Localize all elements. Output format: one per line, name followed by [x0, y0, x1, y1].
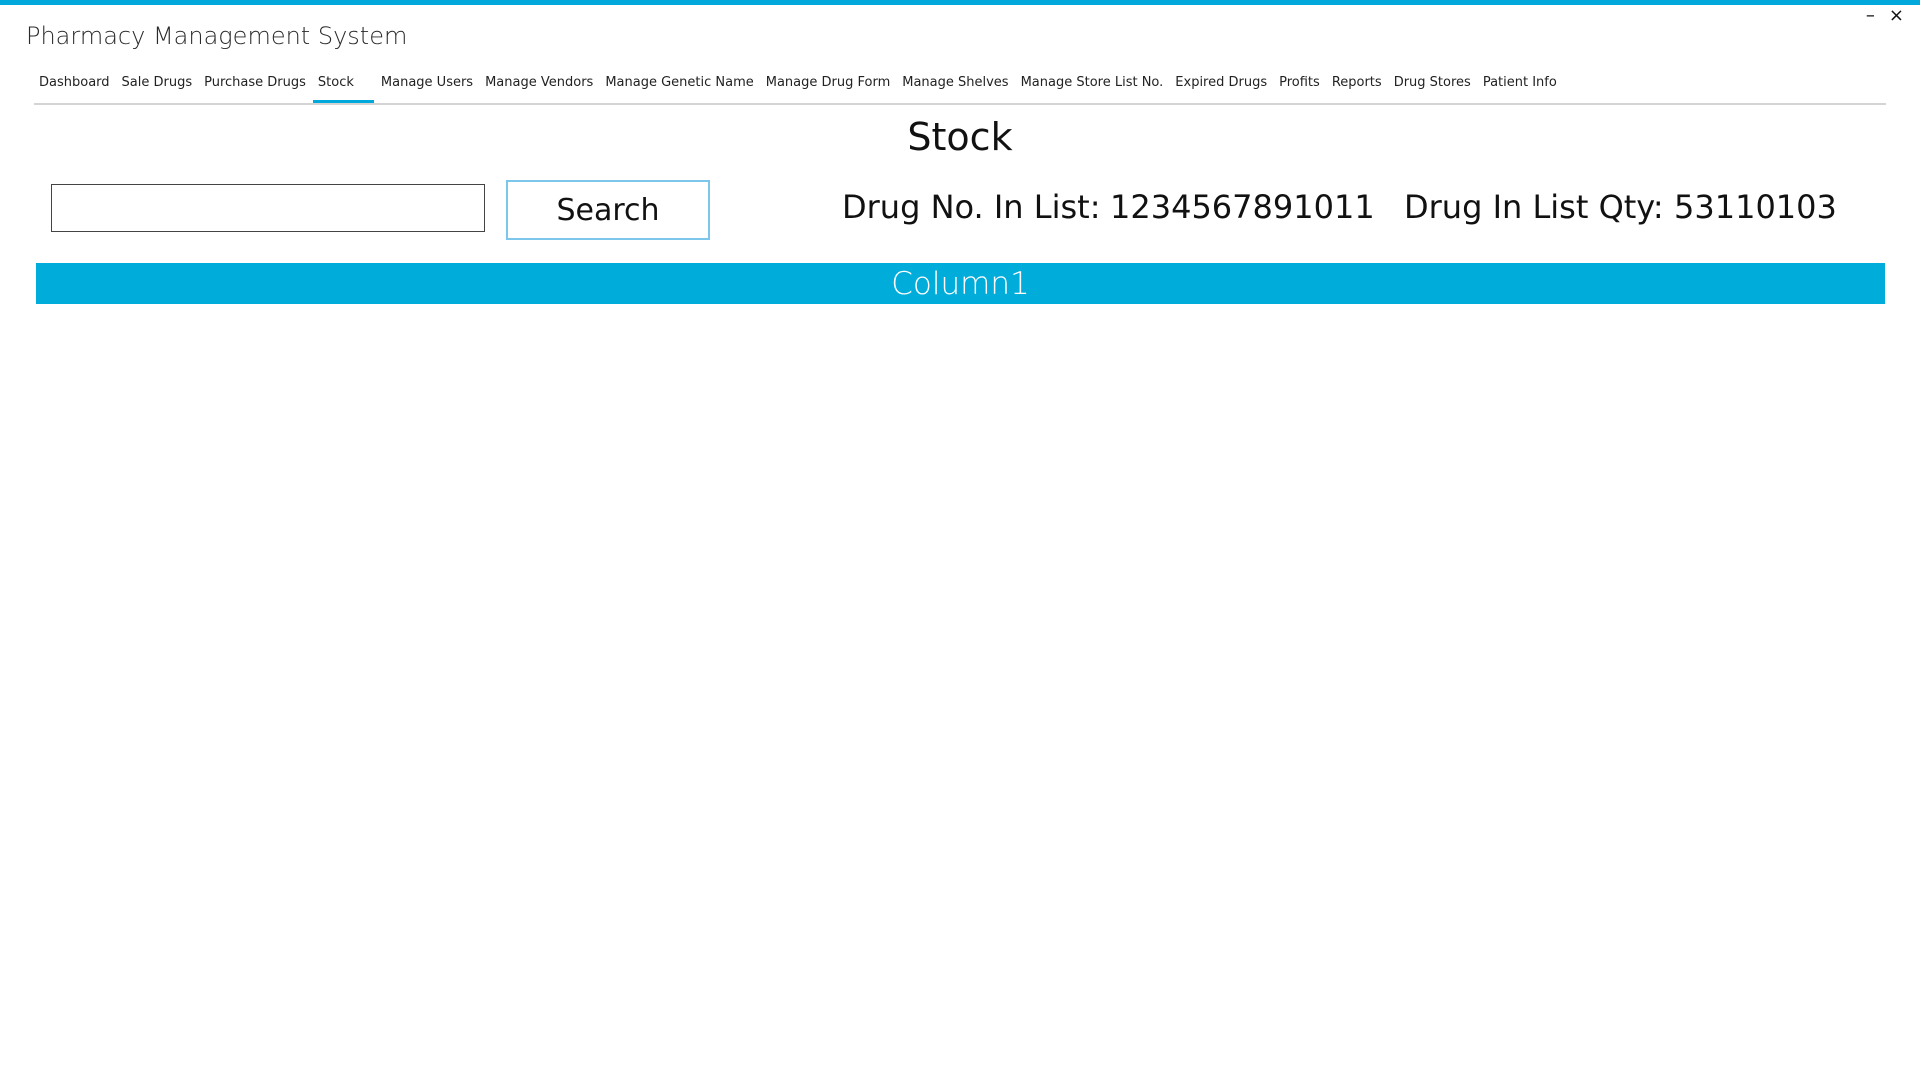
tab-sale-drugs[interactable]: Sale Drugs	[117, 73, 198, 100]
tab-patient-info[interactable]: Patient Info	[1478, 73, 1562, 100]
drug-qty-label: Drug In List Qty:	[1404, 188, 1664, 226]
drug-qty-value: 53110103	[1674, 188, 1837, 226]
tab-manage-genetic-name[interactable]: Manage Genetic Name	[600, 73, 758, 100]
tab-reports[interactable]: Reports	[1327, 73, 1387, 100]
tab-manage-store-list-no[interactable]: Manage Store List No.	[1016, 73, 1169, 100]
tab-profits[interactable]: Profits	[1274, 73, 1325, 100]
tab-manage-vendors[interactable]: Manage Vendors	[480, 73, 598, 100]
stock-grid-header: Column1	[36, 263, 1885, 304]
tab-expired-drugs[interactable]: Expired Drugs	[1170, 73, 1272, 100]
tab-manage-users[interactable]: Manage Users	[376, 73, 478, 100]
tab-dashboard[interactable]: Dashboard	[34, 73, 115, 100]
main-tab-bar: Dashboard Sale Drugs Purchase Drugs Stoc…	[34, 73, 1886, 105]
drug-no-label: Drug No. In List:	[842, 188, 1101, 226]
tab-manage-drug-form[interactable]: Manage Drug Form	[761, 73, 896, 100]
tab-stock[interactable]: Stock	[312, 73, 374, 103]
tab-drug-stores[interactable]: Drug Stores	[1389, 73, 1476, 100]
window-controls: – ×	[1866, 6, 1904, 26]
drug-no-value: 1234567891011	[1110, 188, 1375, 226]
search-button[interactable]: Search	[506, 180, 710, 240]
search-input[interactable]	[51, 184, 485, 232]
tab-manage-shelves[interactable]: Manage Shelves	[897, 73, 1013, 100]
app-title: Pharmacy Management System	[26, 22, 408, 50]
close-icon[interactable]: ×	[1889, 6, 1904, 26]
minimize-icon[interactable]: –	[1866, 6, 1875, 26]
page-title: Stock	[907, 115, 1013, 159]
window-accent-bar	[0, 0, 1920, 5]
tab-purchase-drugs[interactable]: Purchase Drugs	[199, 73, 311, 100]
column-header-column1[interactable]: Column1	[891, 266, 1029, 302]
